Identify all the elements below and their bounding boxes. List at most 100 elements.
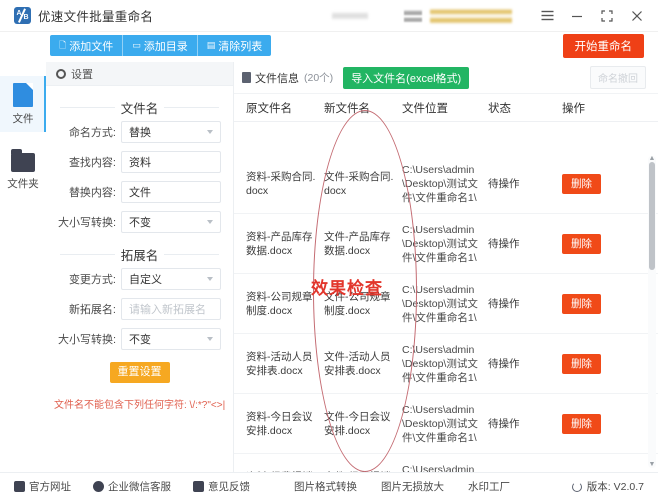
reset-settings-button[interactable]: 重置设置 xyxy=(109,362,170,383)
replace-content-row: 替换内容: 文件 xyxy=(58,181,221,203)
document-plus-icon: 🗋 xyxy=(59,40,67,50)
start-rename-button[interactable]: 开始重命名 xyxy=(562,34,644,58)
footer-image-format-convert[interactable]: 图片格式转换 xyxy=(294,479,357,494)
delete-row-button[interactable]: 删除 xyxy=(562,293,601,314)
minimize-icon[interactable] xyxy=(562,0,592,32)
file-info-icon xyxy=(242,72,251,83)
footer-wechat-support[interactable]: 企业微信客服 xyxy=(93,479,171,494)
cell-status: 待操作 xyxy=(488,417,520,430)
cell-old-name: 资料-活动人员安排表.docx xyxy=(246,350,313,377)
delete-row-button[interactable]: 删除 xyxy=(562,173,601,194)
file-info-label: 文件信息 xyxy=(255,72,299,85)
cell-action: 删除 xyxy=(552,173,618,194)
vertical-scrollbar[interactable]: ▲ ▼ xyxy=(648,155,656,469)
settings-header-label: 设置 xyxy=(71,68,93,81)
add-folder-label: 添加目录 xyxy=(143,40,188,53)
blurred-badge-region xyxy=(404,8,422,23)
find-content-row: 查找内容: 资料 xyxy=(58,151,221,173)
filename-case-value: 不变 xyxy=(129,217,151,229)
delete-row-button[interactable]: 删除 xyxy=(562,233,601,254)
filename-case-select[interactable]: 不变 xyxy=(121,211,221,233)
delete-row-button[interactable]: 删除 xyxy=(562,413,601,434)
extension-group-title: 拓展名 xyxy=(60,245,220,264)
cell-action: 删除 xyxy=(552,413,618,434)
footer-wechat-support-label: 企业微信客服 xyxy=(108,481,171,493)
globe-icon xyxy=(14,481,25,492)
footer-image-lossless-enlarge[interactable]: 图片无损放大 xyxy=(381,479,444,494)
footer-official-site-label: 官方网址 xyxy=(29,481,71,493)
filename-warning-text: 文件名不能包含下列任何字符: \/:*?"<>| xyxy=(54,400,226,411)
find-content-input[interactable]: 资料 xyxy=(121,151,221,173)
change-method-value: 自定义 xyxy=(129,274,162,286)
table-row[interactable]: 资料-产品库存数据.docx 文件-产品库存数据.docx C:\Users\a… xyxy=(234,214,658,274)
footer-official-site[interactable]: 官方网址 xyxy=(14,479,71,494)
table-row[interactable]: 资料-今日会议安排.docx 文件-今日会议安排.docx C:\Users\a… xyxy=(234,394,658,454)
change-method-row: 变更方式: 自定义 xyxy=(58,268,221,290)
table-row[interactable]: 资料-公司规章制度.docx 文件-公司规章制度.docx C:\Users\a… xyxy=(234,274,658,334)
footer-watermark-factory[interactable]: 水印工厂 xyxy=(468,479,510,494)
folder-icon xyxy=(11,149,35,172)
add-file-button[interactable]: 🗋 添加文件 xyxy=(50,35,124,56)
close-icon[interactable] xyxy=(622,0,652,32)
cell-old-name: 资料-产品库存数据.docx xyxy=(246,230,313,257)
add-file-label: 添加文件 xyxy=(69,40,114,53)
table-row[interactable]: 资料-采购合同.docx 文件-采购合同.docx C:\Users\admin… xyxy=(234,154,658,214)
naming-method-row: 命名方式: 替换 xyxy=(58,121,221,143)
chevron-down-icon xyxy=(207,337,213,341)
extension-group-label: 拓展名 xyxy=(120,249,159,263)
table-row[interactable]: 资料-经费报销.docx 文件-经费报销.docx C:\Users\admin… xyxy=(234,454,658,473)
column-header-status: 状态 xyxy=(488,102,511,115)
extension-case-label: 大小写转换: xyxy=(58,334,117,346)
app-logo-icon: A B xyxy=(14,7,31,24)
footer-feedback-label: 意见反馈 xyxy=(208,481,250,493)
app-window: A B 优速文件批量重命名 🗋 添加文件 ▭ 添加目录 ▤ 清除列表 开始重命名… xyxy=(0,0,658,500)
extension-case-select[interactable]: 不变 xyxy=(121,328,221,350)
clear-list-label: 清除列表 xyxy=(218,40,263,53)
action-bar: 🗋 添加文件 ▭ 添加目录 ▤ 清除列表 开始重命名 xyxy=(0,32,658,62)
filename-group-label: 文件名 xyxy=(120,102,159,116)
sidebar-item-file[interactable]: 文件 xyxy=(0,76,46,132)
add-folder-button[interactable]: ▭ 添加目录 xyxy=(123,35,198,56)
scrollbar-thumb[interactable] xyxy=(649,162,655,270)
divider-right xyxy=(164,254,220,255)
import-filename-button[interactable]: 导入文件名(excel格式) xyxy=(343,66,470,89)
delete-row-button[interactable]: 删除 xyxy=(562,353,601,374)
column-header-action: 操作 xyxy=(562,102,585,115)
replace-content-input[interactable]: 文件 xyxy=(121,181,221,203)
column-header-path: 文件位置 xyxy=(402,102,448,115)
extension-case-row: 大小写转换: 不变 xyxy=(58,328,221,350)
naming-method-value: 替换 xyxy=(129,127,151,139)
chevron-down-icon xyxy=(207,277,213,281)
footer-bar: 官方网址 企业微信客服 意见反馈 图片格式转换 图片无损放大 水印工厂 版本: … xyxy=(0,472,658,500)
new-extension-placeholder: 请输入新拓展名 xyxy=(129,304,206,316)
blurred-vip-banner xyxy=(430,5,512,26)
maximize-icon[interactable] xyxy=(592,0,622,32)
cell-path: C:\Users\admin\Desktop\测试文件\文件重命名1\ xyxy=(402,403,478,444)
footer-feedback[interactable]: 意见反馈 xyxy=(193,479,250,494)
naming-method-label: 命名方式: xyxy=(68,127,116,139)
naming-method-select[interactable]: 替换 xyxy=(121,121,221,143)
footer-version-group[interactable]: 版本: V2.0.7 xyxy=(571,479,644,494)
new-extension-input[interactable]: 请输入新拓展名 xyxy=(121,298,221,320)
cell-path: C:\Users\admin\Desktop\测试文件\文件重命名1\ xyxy=(402,163,478,204)
cell-new-name: 文件-产品库存数据.docx xyxy=(324,230,391,257)
cell-action: 删除 xyxy=(552,233,618,254)
cell-old-name: 资料-采购合同.docx xyxy=(246,170,316,197)
settings-panel: 设置 文件名 命名方式: 替换 查找内容: 资料 替换内容: 文件 大小写转换:… xyxy=(46,62,234,472)
change-method-select[interactable]: 自定义 xyxy=(121,268,221,290)
sidebar-item-file-label: 文件 xyxy=(12,113,34,125)
file-list-header: 文件信息 (20个) 导入文件名(excel格式) 命名撤回 xyxy=(234,62,658,94)
new-extension-label: 新拓展名: xyxy=(68,304,116,316)
change-method-label: 变更方式: xyxy=(68,274,116,286)
sidebar-item-folder[interactable]: 文件夹 xyxy=(0,146,46,197)
scroll-down-arrow-icon[interactable]: ▼ xyxy=(648,461,656,469)
cell-status: 待操作 xyxy=(488,297,520,310)
sidebar-item-folder-label: 文件夹 xyxy=(7,178,39,190)
cell-status: 待操作 xyxy=(488,357,520,370)
hamburger-icon[interactable] xyxy=(532,0,562,32)
table-row[interactable]: 资料-活动人员安排表.docx 文件-活动人员安排表.docx C:\Users… xyxy=(234,334,658,394)
extension-case-value: 不变 xyxy=(129,334,151,346)
filename-group-title: 文件名 xyxy=(60,98,220,117)
clear-list-button[interactable]: ▤ 清除列表 xyxy=(198,35,272,56)
cell-status: 待操作 xyxy=(488,237,520,250)
